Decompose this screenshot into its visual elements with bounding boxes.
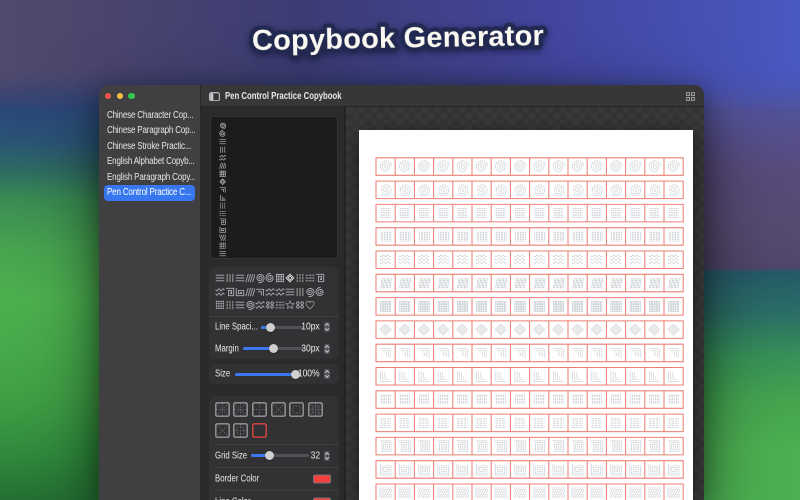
svg-text:Copybook Generator: Copybook Generator — [252, 20, 545, 57]
